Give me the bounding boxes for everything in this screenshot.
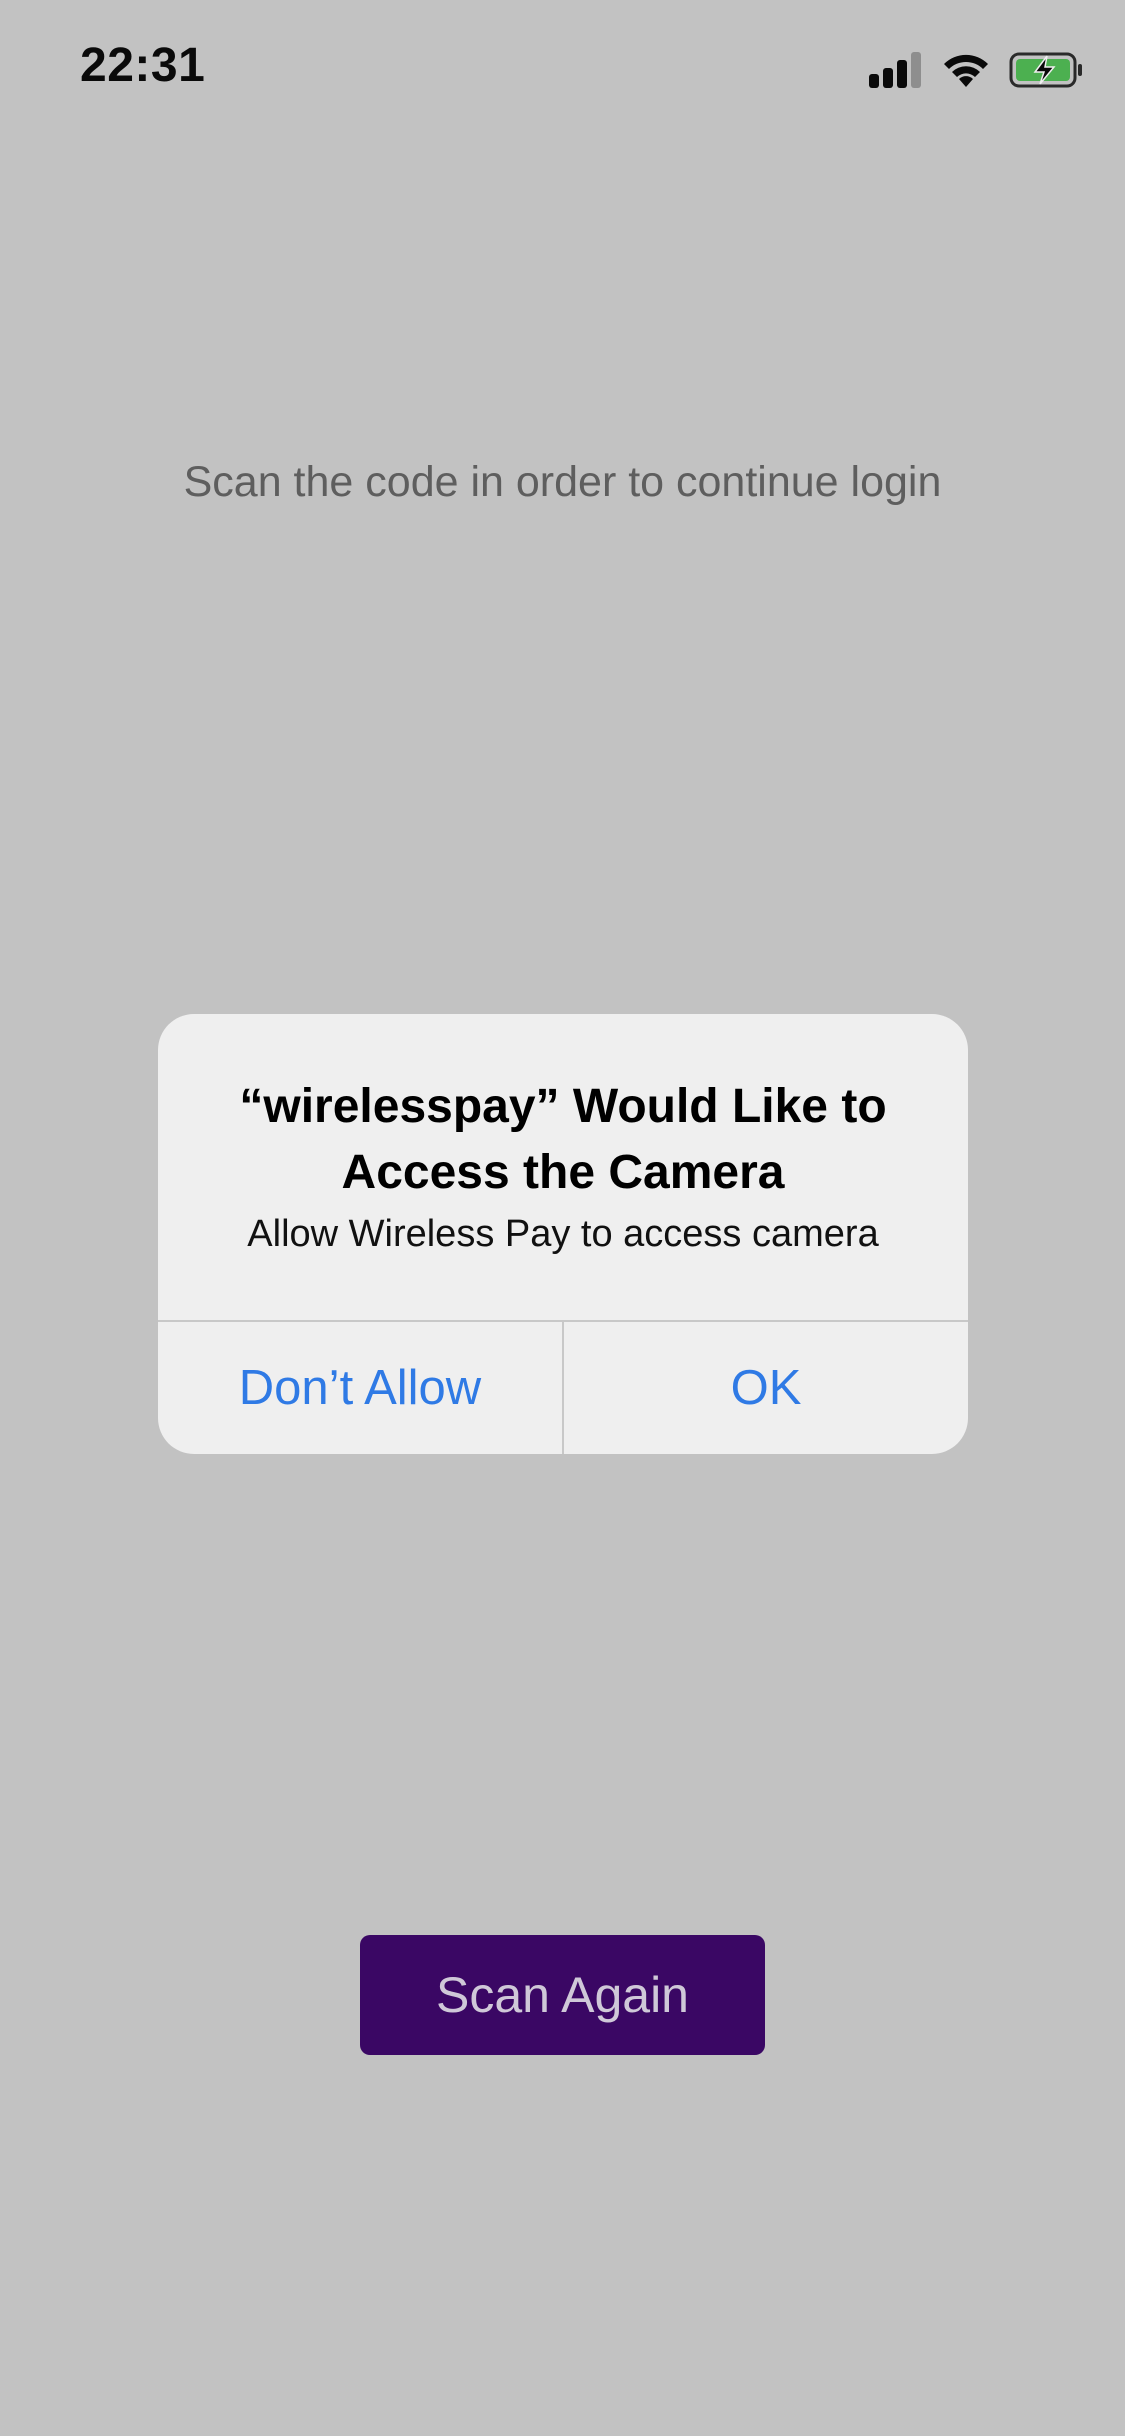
- scan-instruction: Scan the code in order to continue login: [183, 458, 942, 506]
- battery-charging-icon: [1009, 52, 1082, 88]
- ok-button[interactable]: OK: [564, 1322, 968, 1454]
- wifi-icon: [944, 54, 988, 87]
- cellular-signal-icon: [869, 52, 923, 88]
- camera-scan-screen: 22:31 Scan the code in order to continue…: [0, 0, 1125, 2436]
- camera-permission-alert: “wirelesspay” Would Like to Access the C…: [158, 1014, 968, 1454]
- alert-title: “wirelesspay” Would Like to Access the C…: [239, 1080, 887, 1199]
- scan-again-button[interactable]: Scan Again: [360, 1935, 765, 2055]
- status-icons: [869, 48, 1085, 92]
- dont-allow-button[interactable]: Don’t Allow: [158, 1322, 562, 1454]
- alert-message: Allow Wireless Pay to access camera: [247, 1213, 879, 1255]
- status-time: 22:31: [80, 39, 206, 92]
- status-bar: 22:31: [0, 0, 1125, 140]
